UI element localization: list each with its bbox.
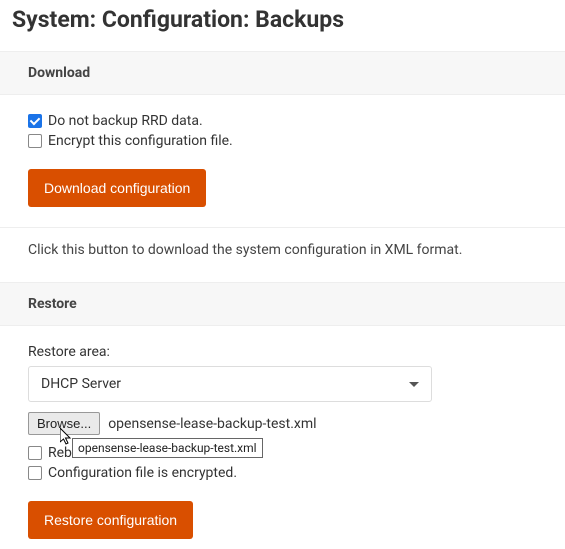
restore-area-selected: DHCP Server	[41, 376, 121, 392]
no-backup-rrd-label: Do not backup RRD data.	[48, 113, 203, 129]
download-configuration-button[interactable]: Download configuration	[28, 169, 206, 207]
page-title: System: Configuration: Backups	[0, 0, 565, 51]
restore-header: Restore	[0, 282, 565, 326]
chevron-down-icon	[409, 382, 419, 387]
checkbox-unchecked-icon[interactable]	[28, 466, 42, 480]
checkbox-unchecked-icon[interactable]	[28, 134, 42, 148]
restore-area-select[interactable]: DHCP Server	[28, 366, 432, 402]
file-browse-row: Browse... opensense-lease-backup-test.xm…	[28, 412, 537, 435]
encrypted-file-label: Configuration file is encrypted.	[48, 465, 237, 481]
browse-button[interactable]: Browse...	[28, 412, 100, 435]
restore-body: Restore area: DHCP Server Browse... open…	[0, 326, 565, 547]
no-backup-rrd-row[interactable]: Do not backup RRD data.	[28, 113, 537, 129]
restore-configuration-button[interactable]: Restore configuration	[28, 501, 193, 539]
download-header: Download	[0, 51, 565, 95]
checkbox-checked-icon[interactable]	[28, 114, 42, 128]
download-help-text: Click this button to download the system…	[0, 227, 565, 282]
download-body: Do not backup RRD data. Encrypt this con…	[0, 95, 565, 227]
reboot-row[interactable]: Reboot after a successful restore.	[28, 445, 537, 461]
backups-page: System: Configuration: Backups Download …	[0, 0, 565, 549]
checkbox-unchecked-icon[interactable]	[28, 446, 42, 460]
encrypt-config-row[interactable]: Encrypt this configuration file.	[28, 133, 537, 149]
restore-area-label: Restore area:	[28, 344, 537, 360]
reboot-label: Reboot after a successful restore.	[48, 445, 258, 461]
selected-filename: opensense-lease-backup-test.xml	[108, 416, 316, 432]
encrypted-file-row[interactable]: Configuration file is encrypted.	[28, 465, 537, 481]
encrypt-config-label: Encrypt this configuration file.	[48, 133, 233, 149]
